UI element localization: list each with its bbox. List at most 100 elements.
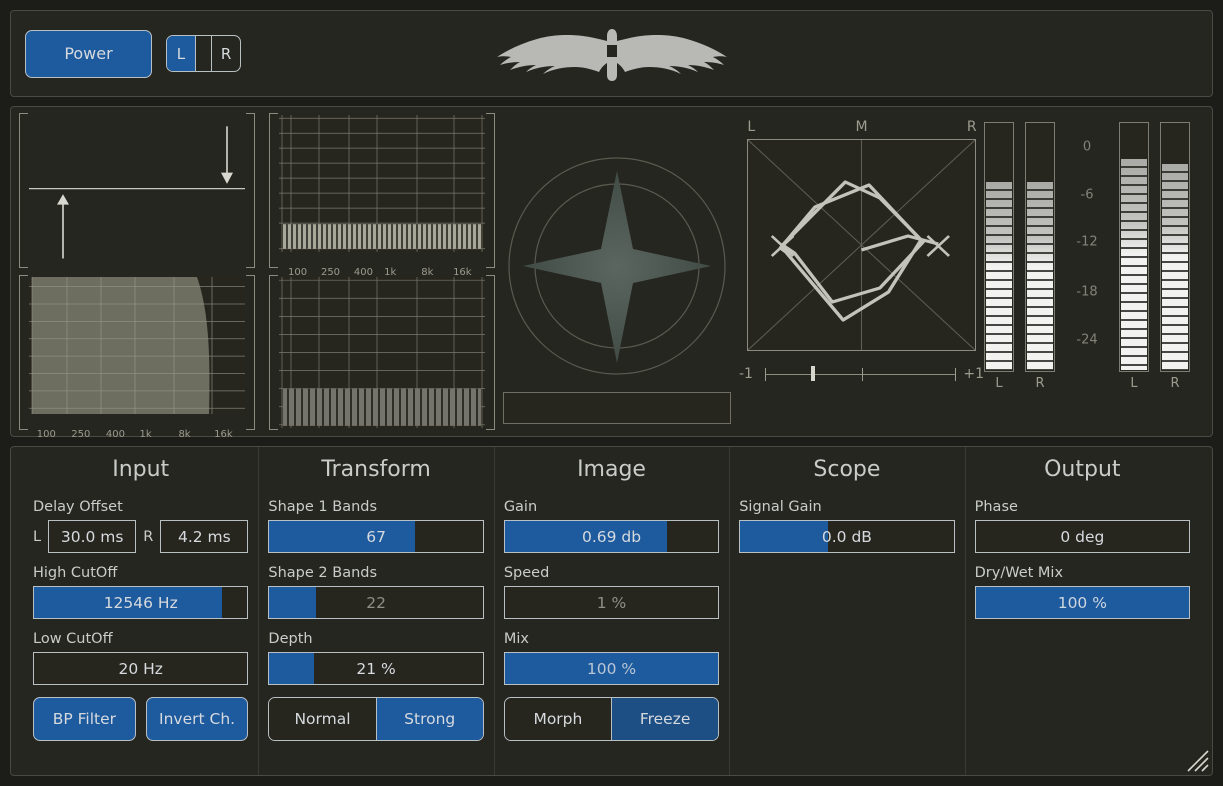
invert-channel-button[interactable]: Invert Ch.: [145, 697, 249, 741]
column-transform: Transform Shape 1 Bands 67 Shape 2 Bands…: [258, 447, 493, 775]
bp-filter-button[interactable]: BP Filter: [33, 697, 136, 741]
label-mix: Mix: [503, 631, 529, 647]
correlation-meter[interactable]: -1 +1: [739, 362, 984, 386]
scale-tick: -24: [1076, 332, 1098, 347]
column-title-scope: Scope: [813, 457, 881, 482]
meter-in-r: R: [1025, 122, 1055, 391]
correlation-max-label: +1: [963, 366, 984, 382]
label-shape1-bands: Shape 1 Bands: [268, 499, 378, 515]
delay-l-field[interactable]: 30.0 ms: [48, 520, 137, 553]
drywet-mix-value: 100 %: [1057, 593, 1107, 612]
meter-label: L: [995, 376, 1003, 391]
column-title-transform: Transform: [321, 457, 431, 482]
channel-toggle-mid[interactable]: [196, 36, 213, 71]
transform-mode-normal[interactable]: Normal: [269, 698, 377, 740]
filter-response-graph: 100 250 400 1k 8k 16k: [19, 275, 255, 440]
transform-mode-toggle[interactable]: Normal Strong: [268, 697, 484, 741]
shape2-bands-value: 22: [366, 593, 386, 612]
scale-tick: 0: [1082, 139, 1092, 155]
label-low-cutoff: Low CutOff: [33, 631, 113, 647]
label-phase: Phase: [974, 499, 1018, 515]
invert-channel-label: Invert Ch.: [159, 710, 236, 728]
label-signal-gain: Signal Gain: [739, 499, 822, 515]
meter-label: L: [1130, 376, 1138, 391]
shape2-bands-slider[interactable]: 22: [268, 586, 484, 619]
header-bar: Power L R: [10, 10, 1213, 97]
spectrum-graph-column: 100 250 400 1k 8k 16k: [269, 113, 495, 430]
delay-r-value: 4.2 ms: [177, 527, 231, 546]
low-cutoff-value: 20 Hz: [118, 659, 163, 678]
meter-scale: 0 -6 -12 -18 -24: [1058, 122, 1116, 372]
freq-tick: 1k: [139, 429, 152, 440]
power-button-label: Power: [64, 44, 113, 63]
eagle-logo-icon: [487, 23, 737, 85]
resize-grip[interactable]: [1180, 743, 1210, 773]
label-delay-offset: Delay Offset: [33, 499, 123, 515]
scale-tick: -6: [1080, 187, 1094, 202]
image-mode-toggle[interactable]: Morph Freeze: [503, 697, 720, 741]
input-meter-group: L R: [984, 122, 1055, 391]
image-star-display: [495, 113, 739, 430]
column-title-image: Image: [577, 457, 646, 482]
depth-slider[interactable]: 21 %: [268, 652, 484, 685]
plugin-window: Power L R 100 250 400 1k 8k 16k 100 250 …: [0, 0, 1223, 786]
shape1-bands-slider[interactable]: 67: [268, 520, 484, 553]
image-mode-freeze-label: Freeze: [639, 710, 691, 728]
transform-mode-normal-label: Normal: [294, 710, 351, 728]
channel-toggle[interactable]: L R: [166, 35, 241, 72]
signal-gain-slider[interactable]: 0.0 dB: [739, 520, 955, 553]
column-output: Output Phase 0 deg Dry/Wet Mix 100 %: [964, 447, 1200, 775]
image-readout-box: [503, 392, 731, 424]
gain-slider[interactable]: 0.69 db: [503, 520, 720, 553]
goniometer-scope: [747, 139, 976, 351]
delay-l-tag: L: [33, 528, 42, 545]
transform-mode-strong[interactable]: Strong: [376, 698, 483, 740]
power-button[interactable]: Power: [25, 29, 152, 78]
speed-value: 1 %: [596, 593, 627, 612]
spectrum-graph-top: 100 250 400 1k 8k 16k: [269, 113, 495, 278]
phase-value: 0 deg: [1060, 527, 1105, 546]
gonio-label-r: R: [966, 119, 977, 135]
delay-arrow-graph: [19, 113, 255, 268]
goniometer-panel: L M R -1 +1: [739, 113, 984, 430]
signal-gain-value: 0.0 dB: [821, 527, 872, 546]
image-mode-morph-label: Morph: [533, 710, 583, 728]
low-cutoff-slider[interactable]: 20 Hz: [33, 652, 249, 685]
freq-tick: 100: [36, 429, 56, 440]
speed-slider[interactable]: 1 %: [503, 586, 720, 619]
drywet-mix-slider[interactable]: 100 %: [974, 586, 1191, 619]
channel-toggle-r[interactable]: R: [212, 36, 240, 71]
delay-r-field[interactable]: 4.2 ms: [160, 520, 249, 553]
star-visualizer-icon: [508, 156, 726, 375]
controls-section: Input Delay Offset L 30.0 ms R 4.2 ms Hi…: [10, 446, 1213, 776]
phase-slider[interactable]: 0 deg: [974, 520, 1191, 553]
image-mode-morph[interactable]: Morph: [504, 698, 613, 740]
channel-toggle-l[interactable]: L: [167, 36, 196, 71]
meter-out-l: L: [1119, 122, 1149, 391]
image-mode-freeze[interactable]: Freeze: [612, 698, 719, 740]
column-title-input: Input: [112, 457, 170, 482]
depth-value: 21 %: [356, 659, 396, 678]
label-gain: Gain: [503, 499, 538, 515]
high-cutoff-slider[interactable]: 12546 Hz: [33, 586, 249, 619]
column-scope: Scope Signal Gain 0.0 dB: [729, 447, 964, 775]
spectrum-graph-bottom: [269, 275, 495, 430]
delay-graph-column: 100 250 400 1k 8k 16k: [19, 113, 255, 440]
bp-filter-label: BP Filter: [52, 710, 116, 728]
column-title-output: Output: [1044, 457, 1121, 482]
correlation-indicator[interactable]: [811, 366, 815, 381]
input-buttons: BP Filter Invert Ch.: [33, 697, 249, 741]
mix-slider[interactable]: 100 %: [503, 652, 720, 685]
channel-toggle-l-label: L: [176, 44, 186, 63]
scale-tick: -18: [1076, 284, 1098, 300]
freq-tick: 16k: [214, 429, 233, 440]
column-input: Input Delay Offset L 30.0 ms R 4.2 ms Hi…: [23, 457, 258, 761]
output-meter-group: L R: [1119, 122, 1190, 391]
display-section: 100 250 400 1k 8k 16k 100 250 400 1k 8k …: [10, 106, 1213, 440]
mix-value: 100 %: [586, 659, 637, 678]
goniometer-axis-labels: L M R: [739, 119, 984, 139]
label-high-cutoff: High CutOff: [33, 565, 118, 581]
label-drywet-mix: Dry/Wet Mix: [974, 565, 1064, 581]
delay-r-tag: R: [143, 528, 154, 545]
label-depth: Depth: [268, 631, 313, 647]
